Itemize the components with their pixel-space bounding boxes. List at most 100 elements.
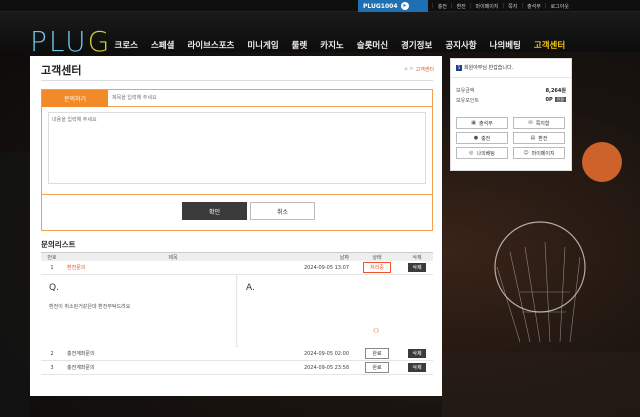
row-title[interactable]: 충전계좌문의 <box>63 364 283 371</box>
question-text: 환전이 취소된거같은데 환전부탁드려요 <box>49 304 131 310</box>
inquiry-tab[interactable]: 문의하기 <box>42 90 108 107</box>
site-id: PLUG1004 <box>363 2 398 10</box>
nav-notice[interactable]: 공지사항 <box>439 39 483 51</box>
link-mypage[interactable]: 마이페이지 <box>475 3 498 10</box>
attendance-button[interactable]: ▣ 출석부 <box>456 117 508 129</box>
nav-special[interactable]: 스페셜 <box>144 39 180 51</box>
button-label: 나의베팅 <box>476 150 495 157</box>
inquiry-form: 문의하기 확인 취소 <box>41 89 433 231</box>
cancel-button[interactable]: 취소 <box>250 202 315 220</box>
nav-my-betting[interactable]: 나의베팅 <box>483 39 527 51</box>
delete-button[interactable]: 삭제 <box>408 349 426 358</box>
nav-roulette[interactable]: 룰렛 <box>285 39 314 51</box>
mail-icon: ✉ <box>528 120 533 126</box>
nav-slot[interactable]: 슬롯머신 <box>350 39 394 51</box>
header-date: 날짜 <box>339 254 349 261</box>
delete-button[interactable]: 삭제 <box>408 363 426 372</box>
confirm-button[interactable]: 확인 <box>182 202 247 220</box>
content-textarea[interactable] <box>48 112 426 184</box>
separator: | <box>450 3 453 9</box>
quick-buttons: ▣ 출석부 ✉ 쪽지함 ● 충전 ▤ 환전 ◎ 나의베팅 ☺ 마이페이지 <box>456 117 565 159</box>
betting-icon: ◎ <box>469 150 474 156</box>
balance-value: 8,264원 <box>545 88 566 94</box>
separator: | <box>469 3 472 9</box>
subject-input[interactable] <box>108 90 432 107</box>
nav-casino[interactable]: 카지노 <box>314 39 350 51</box>
top-bar: PLUG1004 ➤ | 충전 | 환전 | 마이페이지 | 쪽지 | 출석부 … <box>0 0 640 12</box>
button-label: 쪽지함 <box>535 120 550 127</box>
deposit-button[interactable]: ● 충전 <box>456 132 508 144</box>
calendar-icon: ▣ <box>471 120 476 126</box>
withdraw-button[interactable]: ▤ 환전 <box>513 132 565 144</box>
page-title: 고객센터 <box>41 64 82 77</box>
question-label: Q. <box>49 283 59 293</box>
divider <box>451 77 571 78</box>
row-title[interactable]: 충전계좌문의 <box>63 350 283 357</box>
person-icon: ⚇ <box>373 327 380 335</box>
status-badge: 처리중 <box>363 262 391 273</box>
inquiry-list-title: 문의리스트 <box>41 240 76 249</box>
customer-center-panel: 고객센터 ⌂ > 고객센터 문의하기 확인 취소 문의리스트 번호 제목 날짜 … <box>30 56 442 396</box>
points-row: 보유포인트 0P 전환 <box>456 97 566 104</box>
logo-text: PLU <box>30 25 88 58</box>
row-date: 2024-09-05 13:07 <box>303 264 349 271</box>
table-header: 번호 제목 날짜 상태 삭제 <box>41 252 433 261</box>
balance-label: 보유금액 <box>456 88 475 94</box>
button-label: 환전 <box>538 135 548 142</box>
greeting: 5 회원아무님 반갑습니다. <box>456 64 513 71</box>
link-deposit[interactable]: 충전 <box>438 3 447 10</box>
table-row[interactable]: 2 충전계좌문의 2024-09-05 02:00 완료 삭제 <box>41 347 433 361</box>
row-no: 1 <box>50 264 54 271</box>
divider <box>41 80 433 81</box>
link-attendance[interactable]: 출석부 <box>527 3 541 10</box>
table-row[interactable]: 3 충전계좌문의 2024-09-05 23:58 완료 삭제 <box>41 361 433 375</box>
separator: | <box>521 3 524 9</box>
nav-cross[interactable]: 크로스 <box>108 39 144 51</box>
separator: | <box>432 3 434 9</box>
breadcrumb-separator: > <box>409 66 414 72</box>
my-betting-button[interactable]: ◎ 나의베팅 <box>456 147 508 159</box>
messages-button[interactable]: ✉ 쪽지함 <box>513 117 565 129</box>
mypage-button[interactable]: ☺ 마이페이지 <box>513 147 565 159</box>
deposit-icon: ● <box>473 135 479 141</box>
row-title[interactable]: 환전문의 <box>63 264 283 271</box>
button-label: 출석부 <box>478 120 493 127</box>
breadcrumb-current: 고객센터 <box>415 67 434 73</box>
home-icon[interactable]: ⌂ <box>404 66 407 73</box>
nav-menu: 크로스 스페셜 라이브스포츠 미니게임 룰렛 카지노 슬롯머신 경기정보 공지사… <box>108 39 572 51</box>
answer-label: A. <box>246 283 255 293</box>
points-value: 0P <box>545 97 553 103</box>
header-title: 제목 <box>168 254 178 261</box>
site-logo[interactable]: PLUG <box>30 28 111 56</box>
nav-customer-center[interactable]: 고객센터 <box>527 39 571 51</box>
delete-button[interactable]: 삭제 <box>408 263 426 272</box>
user-icon: ☺ <box>523 150 529 156</box>
button-label: 충전 <box>481 135 491 142</box>
telegram-icon[interactable]: ➤ <box>400 2 409 10</box>
question-panel: Q. 환전이 취소된거같은데 환전부탁드려요 <box>41 275 237 347</box>
nav-match-info[interactable]: 경기정보 <box>395 39 439 51</box>
answer-panel: A. ⚇ <box>238 275 433 347</box>
header-status: 상태 <box>372 254 382 261</box>
level-badge: 5 <box>456 64 462 71</box>
convert-button[interactable]: 전환 <box>554 97 566 102</box>
row-no: 3 <box>50 364 54 371</box>
top-links: | 충전 | 환전 | 마이페이지 | 쪽지 | 출석부 | 로그아웃 <box>432 0 569 12</box>
user-info-panel: 5 회원아무님 반갑습니다. 보유금액 8,264원 보유포인트 0P 전환 ▣ 출… <box>450 58 572 171</box>
withdraw-icon: ▤ <box>530 135 536 141</box>
separator: | <box>544 3 547 9</box>
nav-live-sports[interactable]: 라이브스포츠 <box>181 39 241 51</box>
status-badge: 완료 <box>365 362 389 373</box>
row-date: 2024-09-05 23:58 <box>303 364 349 371</box>
nav-minigame[interactable]: 미니게임 <box>241 39 285 51</box>
link-withdraw[interactable]: 환전 <box>457 3 466 10</box>
link-messages[interactable]: 쪽지 <box>508 3 517 10</box>
table-row[interactable]: 1 환전문의 2024-09-05 13:07 처리중 삭제 <box>41 261 433 275</box>
main-navbar: PLUG 크로스 스페셜 라이브스포츠 미니게임 룰렛 카지노 슬롯머신 경기정… <box>0 12 640 56</box>
status-badge: 완료 <box>365 348 389 359</box>
qa-detail: Q. 환전이 취소된거같은데 환전부탁드려요 A. ⚇ <box>41 275 433 347</box>
link-logout[interactable]: 로그아웃 <box>551 3 569 10</box>
button-label: 마이페이지 <box>531 150 555 157</box>
row-date: 2024-09-05 02:00 <box>303 350 349 357</box>
points-label: 보유포인트 <box>456 98 480 104</box>
